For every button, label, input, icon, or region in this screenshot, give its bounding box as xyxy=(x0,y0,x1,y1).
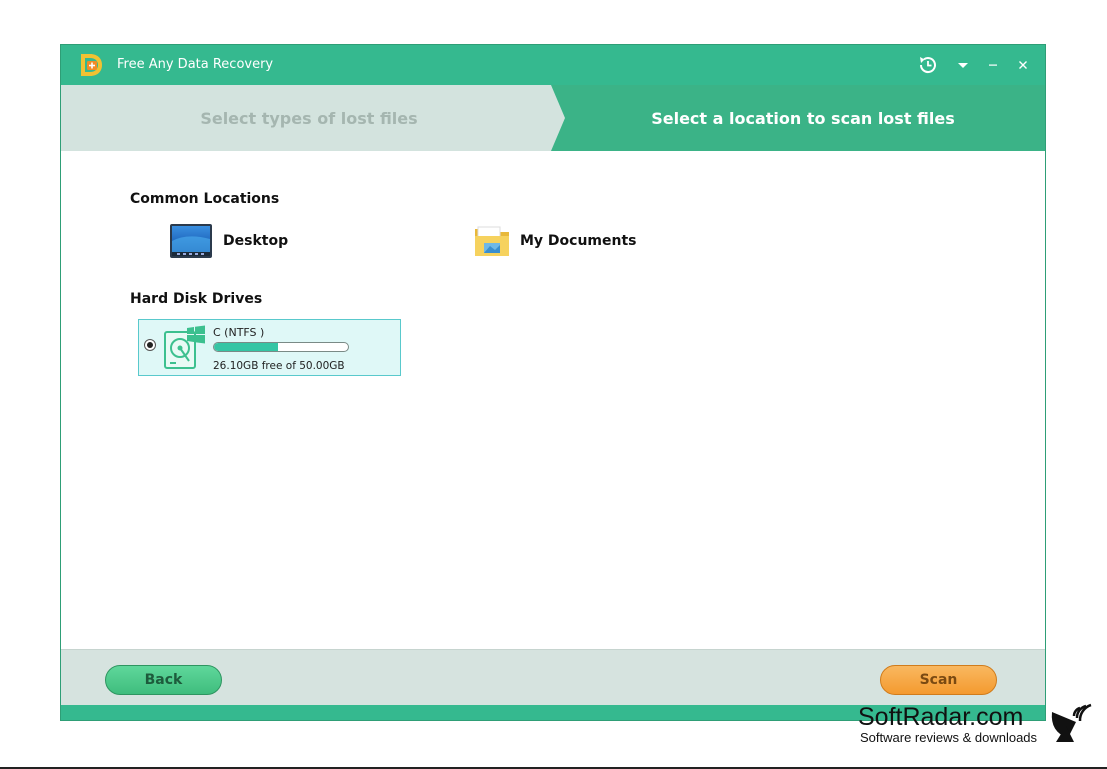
desktop-label: Desktop xyxy=(223,233,289,249)
dropdown-arrow-icon xyxy=(958,63,968,68)
minimize-button[interactable] xyxy=(981,53,1005,77)
minimize-icon xyxy=(989,64,997,66)
history-icon xyxy=(919,57,936,74)
common-locations-heading: Common Locations xyxy=(130,191,280,207)
app-logo-icon xyxy=(77,51,105,79)
desktop-icon xyxy=(170,224,212,258)
back-button[interactable]: Back xyxy=(105,665,222,695)
hard-disk-drives-heading: Hard Disk Drives xyxy=(130,291,263,307)
app-window: Free Any Data Recovery Select types of l… xyxy=(60,44,1046,721)
watermark-title: SoftRadar.com xyxy=(858,703,1024,731)
step2-label: Select a location to scan lost files xyxy=(651,108,955,128)
close-icon xyxy=(1019,61,1027,69)
drive-name: C (NTFS ) xyxy=(213,326,265,339)
folder-icon xyxy=(475,226,509,256)
footer-bar: Back Scan xyxy=(61,649,1045,706)
watermark-subtitle: Software reviews & downloads xyxy=(860,730,1038,745)
wizard-steps: Select types of lost files Select a loca… xyxy=(61,85,1045,151)
drive-c-card[interactable]: C (NTFS ) 26.10GB free of 50.00GB xyxy=(138,319,401,376)
location-my-documents[interactable]: My Documents xyxy=(474,223,637,259)
step-select-file-types: Select types of lost files xyxy=(61,85,565,151)
titlebar: Free Any Data Recovery xyxy=(61,45,1045,85)
close-button[interactable] xyxy=(1011,53,1035,77)
softradar-watermark: SoftRadar.com Software reviews & downloa… xyxy=(858,702,1098,748)
step1-label: Select types of lost files xyxy=(200,108,418,128)
app-title: Free Any Data Recovery xyxy=(117,57,274,72)
step-select-location: Select a location to scan lost files xyxy=(551,85,1045,151)
menu-dropdown-button[interactable] xyxy=(951,53,975,77)
drive-usage-bar xyxy=(213,342,349,352)
scan-button[interactable]: Scan xyxy=(880,665,997,695)
hard-drive-windows-icon xyxy=(163,324,207,370)
history-button[interactable] xyxy=(916,53,940,77)
drive-select-radio[interactable] xyxy=(144,339,156,351)
drive-usage-fill xyxy=(214,343,279,351)
satellite-dish-icon xyxy=(1048,702,1092,744)
location-desktop[interactable]: Desktop xyxy=(169,223,288,259)
my-documents-label: My Documents xyxy=(520,233,637,249)
drive-free-space: 26.10GB free of 50.00GB xyxy=(213,360,345,372)
